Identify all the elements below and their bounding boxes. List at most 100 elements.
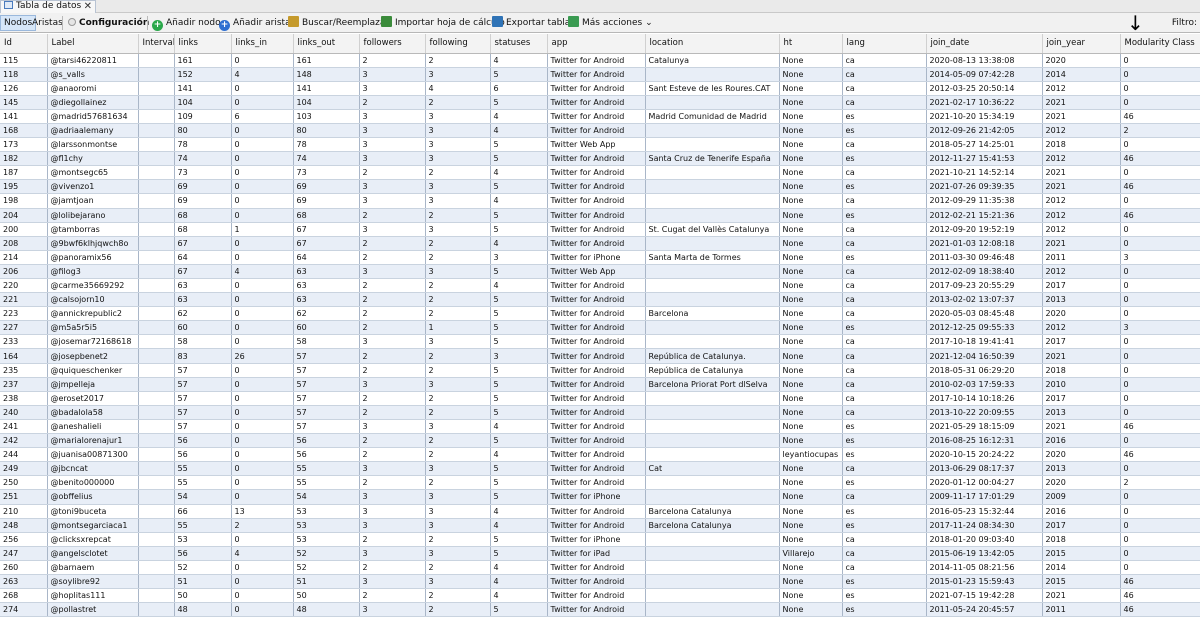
table-cell[interactable]: 2012 [1042, 320, 1121, 336]
table-cell[interactable]: 78 [293, 137, 360, 153]
table-cell[interactable] [138, 179, 175, 195]
table-cell[interactable]: 64 [174, 250, 232, 265]
table-cell[interactable] [645, 447, 780, 463]
table-cell[interactable]: 3 [425, 489, 491, 505]
table-cell[interactable]: 51 [293, 574, 360, 590]
table-cell[interactable]: 104 [293, 95, 360, 110]
table-cell[interactable]: 2 [359, 348, 426, 364]
table-cell[interactable]: 3 [490, 348, 548, 364]
table-cell[interactable]: 4 [425, 81, 491, 96]
column-header[interactable]: ht [779, 34, 843, 54]
table-cell[interactable]: 68 [174, 208, 232, 223]
table-cell[interactable]: Twitter for Android [547, 109, 646, 124]
table-cell[interactable]: 2021-02-17 10:36:22 [926, 95, 1043, 110]
table-cell[interactable]: @jmpelleja [47, 377, 139, 392]
table-cell[interactable]: None [779, 377, 843, 392]
table-cell[interactable]: @hoplitas111 [47, 588, 139, 604]
table-cell[interactable]: 214 [0, 250, 48, 265]
table-cell[interactable]: 2016-05-23 15:32:44 [926, 504, 1043, 519]
table-cell[interactable] [645, 67, 780, 82]
table-cell[interactable] [138, 363, 175, 378]
table-cell[interactable]: 251 [0, 489, 48, 505]
table-cell[interactable]: ca [842, 377, 927, 392]
table-cell[interactable]: 0 [231, 405, 294, 420]
table-cell[interactable]: 5 [490, 179, 548, 195]
table-cell[interactable] [138, 53, 175, 68]
table-cell[interactable]: 2 [425, 95, 491, 110]
table-cell[interactable]: 4 [490, 53, 548, 68]
table-cell[interactable]: 0 [231, 560, 294, 575]
table-cell[interactable]: 0 [1120, 560, 1200, 575]
table-cell[interactable]: 2011-05-24 20:45:57 [926, 602, 1043, 618]
table-cell[interactable]: es [842, 574, 927, 590]
table-cell[interactable]: 0 [1120, 489, 1200, 505]
table-cell[interactable]: 2018 [1042, 532, 1121, 547]
table-cell[interactable] [645, 588, 780, 604]
table-cell[interactable]: 5 [490, 363, 548, 378]
table-cell[interactable]: Twitter for Android [547, 602, 646, 618]
table-cell[interactable]: 2 [425, 165, 491, 181]
table-cell[interactable]: Twitter for Android [547, 461, 646, 477]
table-cell[interactable]: @marialorenajur1 [47, 433, 139, 449]
table-cell[interactable]: ca [842, 546, 927, 561]
table-cell[interactable] [138, 602, 175, 618]
table-cell[interactable] [645, 391, 780, 406]
tab-data-table[interactable]: Tabla de datos ✕ [0, 0, 96, 13]
table-cell[interactable]: 3 [425, 518, 491, 533]
table-cell[interactable] [645, 334, 780, 350]
table-row[interactable]: 145 @diegollainez 104 0 104 2 2 5 Twitter for An… [0, 95, 1200, 110]
table-cell[interactable]: 58 [174, 334, 232, 350]
table-cell[interactable] [138, 81, 175, 96]
table-cell[interactable]: None [779, 433, 843, 449]
table-cell[interactable]: 3 [425, 334, 491, 350]
table-cell[interactable]: 4 [490, 278, 548, 294]
table-cell[interactable]: 0 [231, 123, 294, 139]
table-cell[interactable]: Madrid Comunidad de Madrid [645, 109, 780, 124]
table-cell[interactable]: 118 [0, 67, 48, 82]
table-cell[interactable]: 141 [293, 81, 360, 96]
table-cell[interactable]: 56 [174, 546, 232, 561]
table-cell[interactable]: 2015 [1042, 546, 1121, 561]
table-cell[interactable]: 5 [490, 320, 548, 336]
table-cell[interactable]: 3 [359, 193, 426, 209]
table-cell[interactable]: None [779, 363, 843, 378]
table-cell[interactable]: 3 [425, 151, 491, 167]
table-cell[interactable]: None [779, 334, 843, 350]
table-cell[interactable]: @benito000000 [47, 475, 139, 491]
table-cell[interactable]: 2 [425, 348, 491, 364]
table-cell[interactable]: 46 [1120, 602, 1200, 618]
table-cell[interactable]: 5 [490, 391, 548, 406]
table-cell[interactable]: 2011 [1042, 602, 1121, 618]
table-cell[interactable]: 2012 [1042, 222, 1121, 237]
table-cell[interactable]: 210 [0, 504, 48, 519]
table-cell[interactable]: Santa Marta de Tormes [645, 250, 780, 265]
table-cell[interactable]: 4 [490, 518, 548, 533]
table-cell[interactable]: 0 [1120, 264, 1200, 280]
table-cell[interactable]: 50 [174, 588, 232, 604]
table-cell[interactable]: es [842, 588, 927, 604]
table-cell[interactable] [138, 504, 175, 519]
table-cell[interactable]: 2016 [1042, 504, 1121, 519]
table-cell[interactable]: 2021 [1042, 165, 1121, 181]
table-cell[interactable]: ca [842, 67, 927, 82]
table-cell[interactable]: 57 [174, 419, 232, 435]
table-cell[interactable]: 46 [1120, 109, 1200, 124]
search-replace-button[interactable]: Buscar/Reemplazar [288, 15, 389, 31]
table-cell[interactable]: 74 [293, 151, 360, 167]
table-cell[interactable] [138, 264, 175, 280]
table-cell[interactable]: 0 [231, 250, 294, 265]
table-cell[interactable]: 2018 [1042, 137, 1121, 153]
table-cell[interactable]: 2 [425, 363, 491, 378]
table-cell[interactable]: 152 [174, 67, 232, 82]
table-cell[interactable]: 164 [0, 348, 48, 364]
table-cell[interactable]: 2013 [1042, 405, 1121, 420]
table-cell[interactable]: 56 [174, 447, 232, 463]
table-cell[interactable]: 2 [425, 560, 491, 575]
table-cell[interactable]: 0 [231, 419, 294, 435]
table-cell[interactable]: 103 [293, 109, 360, 124]
table-cell[interactable]: None [779, 532, 843, 547]
table-cell[interactable]: 4 [490, 588, 548, 604]
table-cell[interactable]: 2017-10-18 19:41:41 [926, 334, 1043, 350]
table-cell[interactable]: 53 [293, 532, 360, 547]
table-cell[interactable]: 2009 [1042, 489, 1121, 505]
